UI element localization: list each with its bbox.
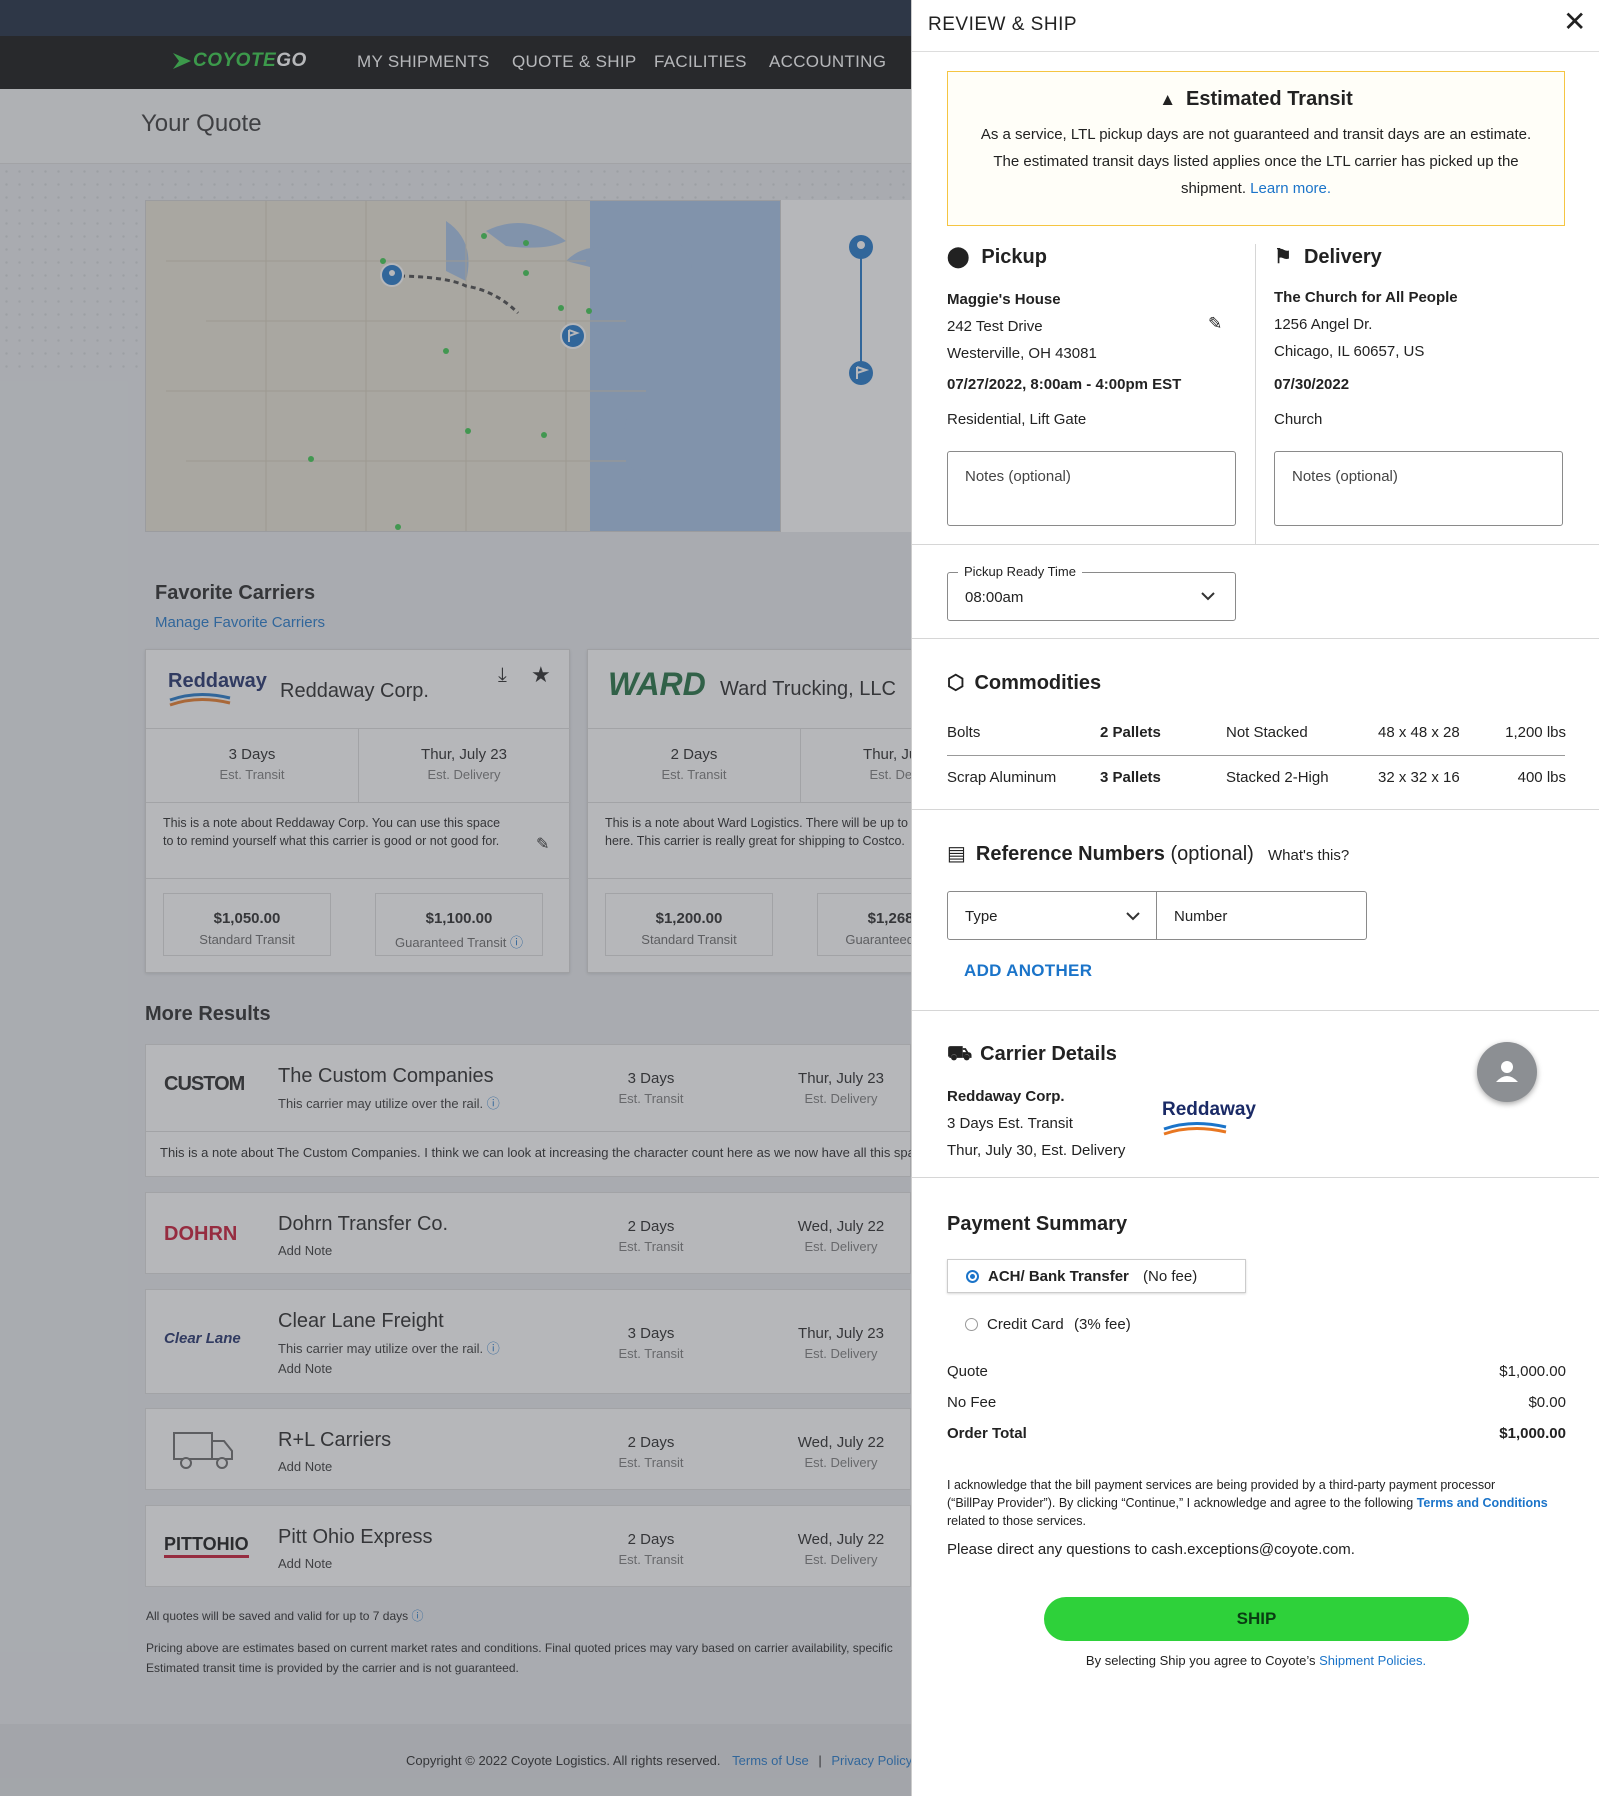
select-value: Type [965, 908, 998, 925]
pickup-ready-time-select[interactable]: Pickup Ready Time 08:00am [947, 564, 1236, 621]
commodity-qty: 3 Pallets [1100, 769, 1161, 786]
contact-note: Please direct any questions to cash.exce… [947, 1541, 1355, 1558]
select-value: 08:00am [965, 589, 1024, 606]
commodity-divider [947, 755, 1565, 756]
pickup-address-line1: 242 Test Drive [947, 318, 1043, 335]
chevron-down-icon [1201, 592, 1215, 601]
carrier-delivery: Thur, July 30, Est. Delivery [947, 1142, 1126, 1159]
alert-line: The estimated transit days listed applie… [993, 153, 1519, 170]
pickup-type: Residential, Lift Gate [947, 411, 1087, 428]
payment-option-ach[interactable]: ACH/ Bank Transfer (No fee) [947, 1259, 1246, 1293]
delivery-address-line1: 1256 Angel Dr. [1274, 316, 1373, 333]
order-total-amount: $1,000.00 [1499, 1425, 1566, 1442]
quote-label: Quote [947, 1363, 988, 1380]
commodity-dims: 48 x 48 x 28 [1378, 724, 1460, 741]
divider [912, 1177, 1599, 1178]
ack-line: (“BillPay Provider”). By clicking “Conti… [947, 1496, 1414, 1510]
ship-button[interactable]: SHIP [1044, 1597, 1469, 1641]
commodity-stacking: Stacked 2-High [1226, 769, 1329, 786]
radio-unselected-icon [965, 1318, 978, 1331]
column-divider [1255, 244, 1256, 544]
delivery-name: The Church for All People [1274, 289, 1458, 306]
reddaway-swoosh-icon [1163, 1122, 1227, 1136]
terms-and-conditions-link[interactable]: Terms and Conditions [1417, 1496, 1548, 1510]
delivery-notes-field[interactable]: Notes (optional) [1274, 451, 1563, 526]
edit-pickup-icon[interactable]: ✎ [1208, 314, 1222, 334]
quote-amount: $1,000.00 [1499, 1363, 1566, 1380]
review-ship-panel: REVIEW & SHIP ✕ ▲ Estimated Transit As a … [911, 0, 1599, 1796]
pickup-heading: Pickup [981, 246, 1047, 268]
input-placeholder: Number [1174, 908, 1228, 925]
reddaway-logo: Reddaway [1162, 1099, 1256, 1120]
document-icon: ▤ [947, 843, 966, 865]
commodities-heading: Commodities [974, 672, 1102, 694]
delivery-heading: Delivery [1303, 246, 1382, 268]
commodity-qty: 2 Pallets [1100, 724, 1161, 741]
carrier-details-heading: Carrier Details [980, 1043, 1117, 1065]
agree-text: By selecting Ship you agree to Coyote’s [1085, 1653, 1316, 1668]
reference-type-select[interactable]: Type [947, 891, 1157, 940]
alert-line: As a service, LTL pickup days are not gu… [980, 126, 1532, 143]
commodity-weight: 1,200 lbs [1505, 724, 1566, 741]
pickup-date: 07/27/2022, 8:00am - 4:00pm EST [947, 376, 1182, 393]
commodity-dims: 32 x 32 x 16 [1378, 769, 1460, 786]
carrier-name: Reddaway Corp. [947, 1088, 1065, 1105]
shipment-policies-link[interactable]: Shipment Policies. [1319, 1653, 1426, 1668]
payment-summary-heading: Payment Summary [947, 1213, 1128, 1235]
radio-selected-icon [966, 1270, 979, 1283]
divider [912, 809, 1599, 810]
divider [912, 544, 1599, 545]
alert-title: Estimated Transit [1186, 88, 1353, 110]
profile-fab-button[interactable] [1477, 1042, 1537, 1102]
pin-icon: ⬤ [947, 246, 970, 268]
panel-header: REVIEW & SHIP ✕ [912, 0, 1599, 52]
pickup-address-line2: Westerville, OH 43081 [947, 345, 1097, 362]
select-label: Pickup Ready Time [958, 564, 1082, 579]
flag-icon: ⚑ [1274, 246, 1292, 268]
alert-line: shipment. [1180, 180, 1246, 197]
pickup-notes-field[interactable]: Notes (optional) [947, 451, 1236, 526]
truck-icon: ⛟ [947, 1043, 973, 1065]
box-icon: ⬡ [947, 672, 965, 694]
payment-option-fee: (No fee) [1143, 1268, 1198, 1285]
fee-amount: $0.00 [1528, 1394, 1566, 1411]
ack-line: I acknowledge that the bill payment serv… [947, 1478, 1496, 1492]
delivery-address-line2: Chicago, IL 60657, US [1274, 343, 1425, 360]
order-total-label: Order Total [947, 1425, 1027, 1442]
payment-option-fee: (3% fee) [1074, 1316, 1131, 1333]
references-heading: Reference Numbers [975, 843, 1165, 865]
payment-option-label: Credit Card [987, 1316, 1064, 1333]
fee-label: No Fee [947, 1394, 997, 1411]
modal-backdrop[interactable] [0, 0, 911, 1796]
commodity-name: Scrap Aluminum [947, 769, 1057, 786]
commodity-name: Bolts [947, 724, 981, 741]
add-another-button[interactable]: ADD ANOTHER [964, 961, 1092, 981]
panel-title: REVIEW & SHIP [928, 14, 1078, 35]
payment-option-credit-card[interactable]: Credit Card (3% fee) [947, 1308, 1246, 1342]
close-icon[interactable]: ✕ [1563, 8, 1586, 36]
payment-option-label: ACH/ Bank Transfer [988, 1268, 1129, 1285]
billpay-acknowledgement: I acknowledge that the bill payment serv… [947, 1476, 1567, 1530]
divider [912, 638, 1599, 639]
divider [912, 1010, 1599, 1011]
delivery-type: Church [1274, 411, 1323, 428]
chevron-down-icon [1126, 912, 1140, 921]
estimated-transit-alert: ▲ Estimated Transit As a service, LTL pic… [947, 71, 1565, 226]
warning-icon: ▲ [1159, 90, 1177, 109]
ack-line: related to those services. [947, 1514, 1086, 1528]
whats-this-link[interactable]: What's this? [1268, 847, 1349, 864]
user-icon [1496, 1061, 1518, 1082]
delivery-date: 07/30/2022 [1274, 376, 1350, 393]
carrier-transit: 3 Days Est. Transit [947, 1115, 1073, 1132]
pickup-name: Maggie's House [947, 291, 1061, 308]
optional-label: (optional) [1170, 843, 1254, 865]
commodity-weight: 400 lbs [1517, 769, 1566, 786]
reference-number-input[interactable]: Number [1156, 891, 1367, 940]
learn-more-link[interactable]: Learn more. [1250, 180, 1331, 197]
commodity-stacking: Not Stacked [1226, 724, 1308, 741]
